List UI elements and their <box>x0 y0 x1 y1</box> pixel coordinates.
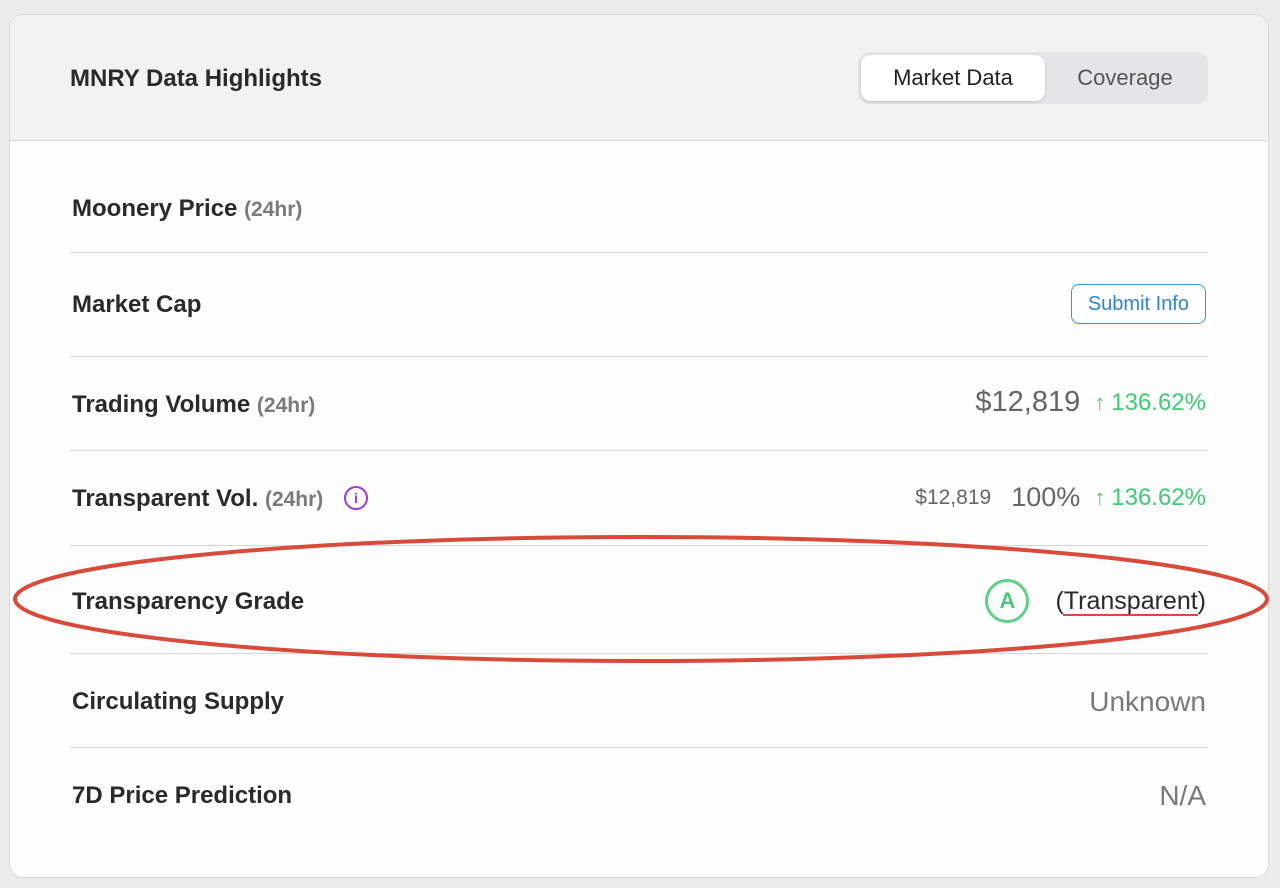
market-cap-label: Market Cap <box>72 291 202 318</box>
price-label-text: Moonery Price <box>72 195 238 222</box>
price-label: Moonery Price (24hr) <box>72 195 302 223</box>
data-highlights-card: MNRY Data Highlights Market Data Coverag… <box>9 14 1269 878</box>
grade-status: (Transparent) <box>1055 587 1206 616</box>
info-icon[interactable]: i <box>343 485 368 510</box>
transparent-vol-change: ↑ 136.62% <box>1094 484 1206 512</box>
price-prediction-label: 7D Price Prediction <box>72 782 293 809</box>
trading-volume-label: Trading Volume (24hr) <box>72 391 315 419</box>
circulating-supply-value: Unknown <box>1089 686 1206 718</box>
row-circulating-supply: Circulating Supply Unknown <box>70 654 1208 748</box>
circulating-supply-value-text: Unknown <box>1089 686 1206 717</box>
transparent-vol-values: $12,819 100% ↑ 136.62% <box>915 482 1206 513</box>
trading-volume-change-value: 136.62% <box>1111 388 1206 416</box>
arrow-up-icon: ↑ <box>1094 389 1106 415</box>
card-header: MNRY Data Highlights Market Data Coverag… <box>10 15 1268 141</box>
transparent-vol-value: $12,819 <box>915 485 992 509</box>
row-transparency-grade: Transparency Grade A (Transparent) <box>70 546 1208 654</box>
trading-volume-value: $12,819 <box>975 386 1081 418</box>
trading-volume-label-text: Trading Volume <box>72 391 251 418</box>
circulating-supply-label: Circulating Supply <box>72 688 285 715</box>
trading-volume-values: $12,819 ↑ 136.62% <box>975 386 1206 419</box>
price-prediction-value: N/A <box>1159 780 1206 812</box>
tab-switcher: Market Data Coverage <box>858 52 1208 104</box>
transparent-vol-percent: 100% <box>1011 482 1081 512</box>
transparent-vol-label: Transparent Vol. (24hr) i <box>72 485 368 513</box>
row-trading-volume: Trading Volume (24hr) $12,819 ↑ 136.62% <box>70 357 1208 451</box>
card-title: MNRY Data Highlights <box>70 65 323 92</box>
tab-coverage[interactable]: Coverage <box>1045 55 1205 101</box>
row-transparent-vol: Transparent Vol. (24hr) i $12,819 100% ↑… <box>70 451 1208 546</box>
transparent-vol-period: (24hr) <box>264 488 324 511</box>
transparent-vol-change-value: 136.62% <box>1111 483 1206 511</box>
grade-badge: A <box>985 579 1030 623</box>
tab-market-data[interactable]: Market Data <box>861 55 1045 101</box>
trading-volume-period: (24hr) <box>256 394 316 417</box>
row-price: Moonery Price (24hr) <box>70 141 1208 253</box>
arrow-up-icon: ↑ <box>1094 484 1106 510</box>
row-price-prediction: 7D Price Prediction N/A <box>70 748 1208 858</box>
transparency-grade-label: Transparency Grade <box>72 588 305 615</box>
transparent-vol-label-text: Transparent Vol. <box>72 485 259 512</box>
trading-volume-change: ↑ 136.62% <box>1094 389 1206 417</box>
red-underline-annotation <box>1063 613 1198 616</box>
price-prediction-value-text: N/A <box>1159 780 1206 811</box>
price-period: (24hr) <box>244 198 303 221</box>
submit-info-button[interactable]: Submit Info <box>1070 284 1206 324</box>
row-market-cap: Market Cap Submit Info <box>70 253 1208 357</box>
market-cap-value: Submit Info <box>1070 284 1206 324</box>
transparency-grade-values: A (Transparent) <box>985 579 1206 623</box>
grade-status-text: (Transparent) <box>1055 586 1206 615</box>
